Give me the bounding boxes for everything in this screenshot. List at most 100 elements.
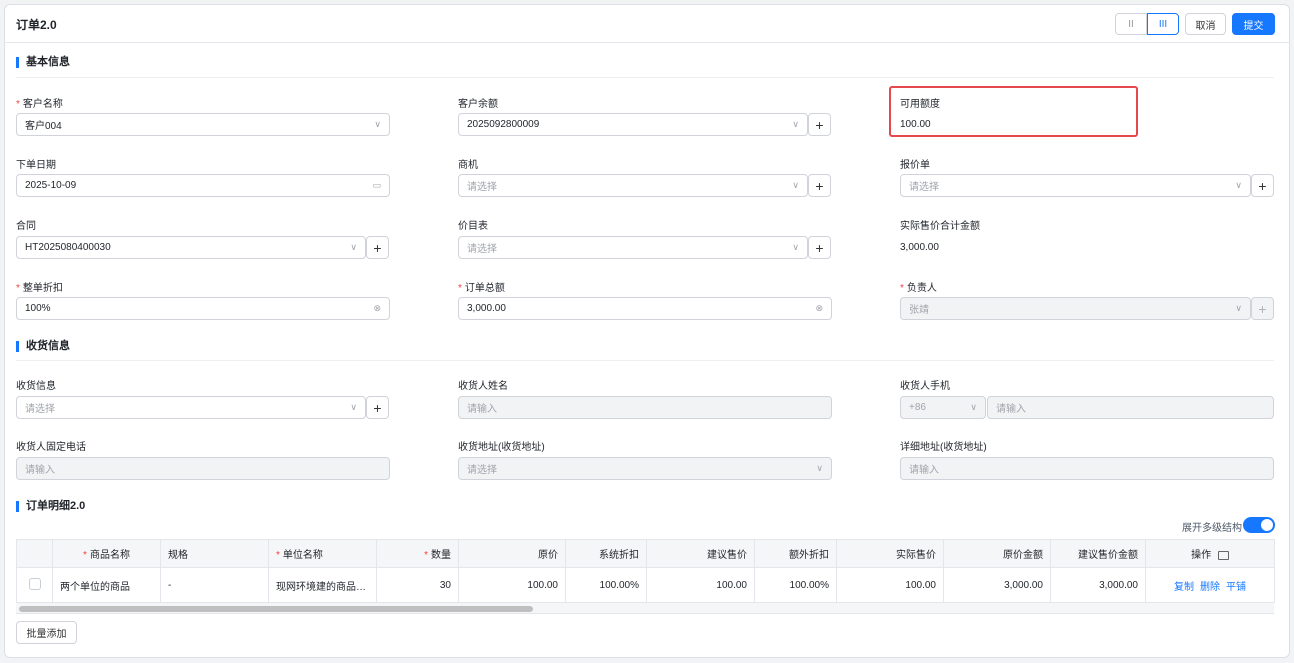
col-suggested: 建议售价 bbox=[646, 539, 755, 568]
col-amount: 原价金额 bbox=[943, 539, 1051, 568]
chevron-down-icon: ∨ bbox=[1235, 303, 1242, 313]
col-extra-discount: 额外折扣 bbox=[754, 539, 837, 568]
address-select: 请选择 ∨ bbox=[458, 457, 832, 480]
chevron-down-icon: ∨ bbox=[816, 463, 823, 473]
customer-name-select[interactable]: 客户004 ∨ bbox=[16, 113, 390, 136]
detail-address-input: 请输入 bbox=[900, 457, 1274, 480]
horizontal-scrollbar[interactable] bbox=[16, 603, 1274, 614]
table-header-row: * 商品名称 规格 * 单位名称 * 数量 原价 系统折扣 建议售价 额外折扣 实际售… bbox=[16, 539, 1275, 568]
chevron-down-icon: ∨ bbox=[1235, 180, 1242, 190]
cell-amount: 3,000.00 bbox=[943, 567, 1051, 603]
col-name: * 商品名称 bbox=[52, 539, 161, 568]
clear-icon[interactable]: ⊗ bbox=[373, 303, 381, 314]
receiver-phone-input: 请输入 bbox=[987, 396, 1274, 419]
scrollbar-thumb[interactable] bbox=[19, 606, 533, 612]
chevron-down-icon: ∨ bbox=[792, 180, 799, 190]
clear-icon[interactable]: ⊗ bbox=[815, 303, 823, 314]
actual-total-label: 实际售价合计金额 bbox=[900, 221, 980, 232]
cell-qty[interactable]: 30 bbox=[376, 567, 459, 603]
column-settings-icon[interactable] bbox=[1217, 550, 1229, 560]
chevron-down-icon: ∨ bbox=[792, 242, 799, 252]
order-date-label: 下单日期 bbox=[16, 160, 56, 171]
order-total-input[interactable]: 3,000.00 ⊗ bbox=[458, 297, 832, 320]
divider bbox=[16, 360, 1274, 361]
compact-view-button[interactable]: II bbox=[1115, 13, 1147, 35]
price-list-label: 价目表 bbox=[458, 221, 488, 232]
delete-link[interactable]: 删除 bbox=[1200, 582, 1220, 593]
customer-name-label: * 客户名称 bbox=[16, 99, 63, 110]
cell-name: 两个单位的商品 bbox=[52, 567, 161, 603]
cell-spec: - bbox=[160, 567, 269, 603]
highlight-box bbox=[889, 86, 1138, 137]
col-unit: * 单位名称 bbox=[268, 539, 377, 568]
cell-sys-discount: 100.00% bbox=[565, 567, 647, 603]
section-order-detail: 订单明细2.0 bbox=[16, 501, 85, 512]
add-opportunity-button[interactable]: + bbox=[808, 174, 831, 197]
expand-toggle[interactable] bbox=[1243, 517, 1275, 533]
customer-balance-label: 客户余额 bbox=[458, 99, 498, 110]
chevron-down-icon: ∨ bbox=[792, 119, 799, 129]
batch-add-button[interactable]: 批量添加 bbox=[16, 621, 77, 644]
order-date-picker[interactable]: 2025-10-09 ▭ bbox=[16, 174, 390, 197]
add-price-list-button[interactable]: + bbox=[808, 236, 831, 259]
select-header bbox=[16, 539, 53, 568]
wide-view-button[interactable]: III bbox=[1147, 13, 1179, 35]
price-list-select[interactable]: 请选择 ∨ bbox=[458, 236, 808, 259]
cell-actions: 复制 删除 平铺 bbox=[1145, 567, 1275, 603]
chevron-down-icon: ∨ bbox=[374, 119, 381, 129]
col-sys-discount: 系统折扣 bbox=[565, 539, 647, 568]
cell-extra-discount: 100.00% bbox=[754, 567, 837, 603]
contract-label: 合同 bbox=[16, 221, 36, 232]
add-shipping-info-button[interactable]: + bbox=[366, 396, 389, 419]
cancel-button[interactable]: 取消 bbox=[1185, 13, 1226, 35]
chevron-down-icon: ∨ bbox=[350, 242, 357, 252]
cell-actual: 100.00 bbox=[836, 567, 944, 603]
cell-suggested: 100.00 bbox=[646, 567, 755, 603]
cell-unit: 现网环境建的商品单位 bbox=[268, 567, 377, 603]
add-quote-button[interactable]: + bbox=[1251, 174, 1274, 197]
owner-select: 张靖 ∨ bbox=[900, 297, 1251, 320]
submit-button[interactable]: 提交 bbox=[1232, 13, 1275, 35]
receiver-phone-label: 收货人手机 bbox=[900, 381, 950, 392]
phone-code-select: +86 ∨ bbox=[900, 396, 986, 419]
discount-input[interactable]: 100% ⊗ bbox=[16, 297, 390, 320]
row-checkbox[interactable] bbox=[28, 577, 41, 590]
add-owner-button: + bbox=[1251, 297, 1274, 320]
receiver-name-input: 请输入 bbox=[458, 396, 832, 419]
opportunity-select[interactable]: 请选择 ∨ bbox=[458, 174, 808, 197]
order-total-label: * 订单总额 bbox=[458, 283, 505, 294]
shipping-info-select[interactable]: 请选择 ∨ bbox=[16, 396, 366, 419]
calendar-icon: ▭ bbox=[372, 180, 381, 190]
col-spec: 规格 bbox=[160, 539, 269, 568]
detail-address-label: 详细地址(收货地址) bbox=[900, 442, 987, 453]
col-qty: * 数量 bbox=[376, 539, 459, 568]
copy-link[interactable]: 复制 bbox=[1174, 582, 1194, 593]
receiver-name-label: 收货人姓名 bbox=[458, 381, 508, 392]
col-actions: 操作 bbox=[1145, 539, 1275, 568]
page-title: 订单2.0 bbox=[16, 18, 57, 32]
quote-label: 报价单 bbox=[900, 160, 930, 171]
table-row: 两个单位的商品 - 现网环境建的商品单位 30 100.00 100.00% 1… bbox=[16, 567, 1275, 603]
actual-total-value: 3,000.00 bbox=[900, 242, 939, 253]
order-detail-table: * 商品名称 规格 * 单位名称 * 数量 原价 系统折扣 建议售价 额外折扣 实际售… bbox=[16, 539, 1275, 603]
chevron-down-icon: ∨ bbox=[970, 402, 977, 412]
col-price: 原价 bbox=[458, 539, 566, 568]
header-divider bbox=[4, 42, 1290, 43]
shipping-info-label: 收货信息 bbox=[16, 381, 56, 392]
section-shipping-info: 收货信息 bbox=[16, 341, 70, 352]
col-suggested-amount: 建议售价金额 bbox=[1050, 539, 1146, 568]
address-label: 收货地址(收货地址) bbox=[458, 442, 545, 453]
contract-select[interactable]: HT2025080400030 ∨ bbox=[16, 236, 366, 259]
add-contract-button[interactable]: + bbox=[366, 236, 389, 259]
col-actual: 实际售价 bbox=[836, 539, 944, 568]
section-basic-info: 基本信息 bbox=[16, 57, 70, 68]
chevron-down-icon: ∨ bbox=[350, 402, 357, 412]
discount-label: * 整单折扣 bbox=[16, 283, 63, 294]
add-balance-button[interactable]: + bbox=[808, 113, 831, 136]
quote-select[interactable]: 请选择 ∨ bbox=[900, 174, 1251, 197]
expand-label: 展开多级结构 bbox=[1182, 523, 1242, 534]
divider bbox=[16, 77, 1274, 78]
customer-balance-select[interactable]: 2025092800009 ∨ bbox=[458, 113, 808, 136]
opportunity-label: 商机 bbox=[458, 160, 478, 171]
flatten-link[interactable]: 平铺 bbox=[1226, 582, 1246, 593]
